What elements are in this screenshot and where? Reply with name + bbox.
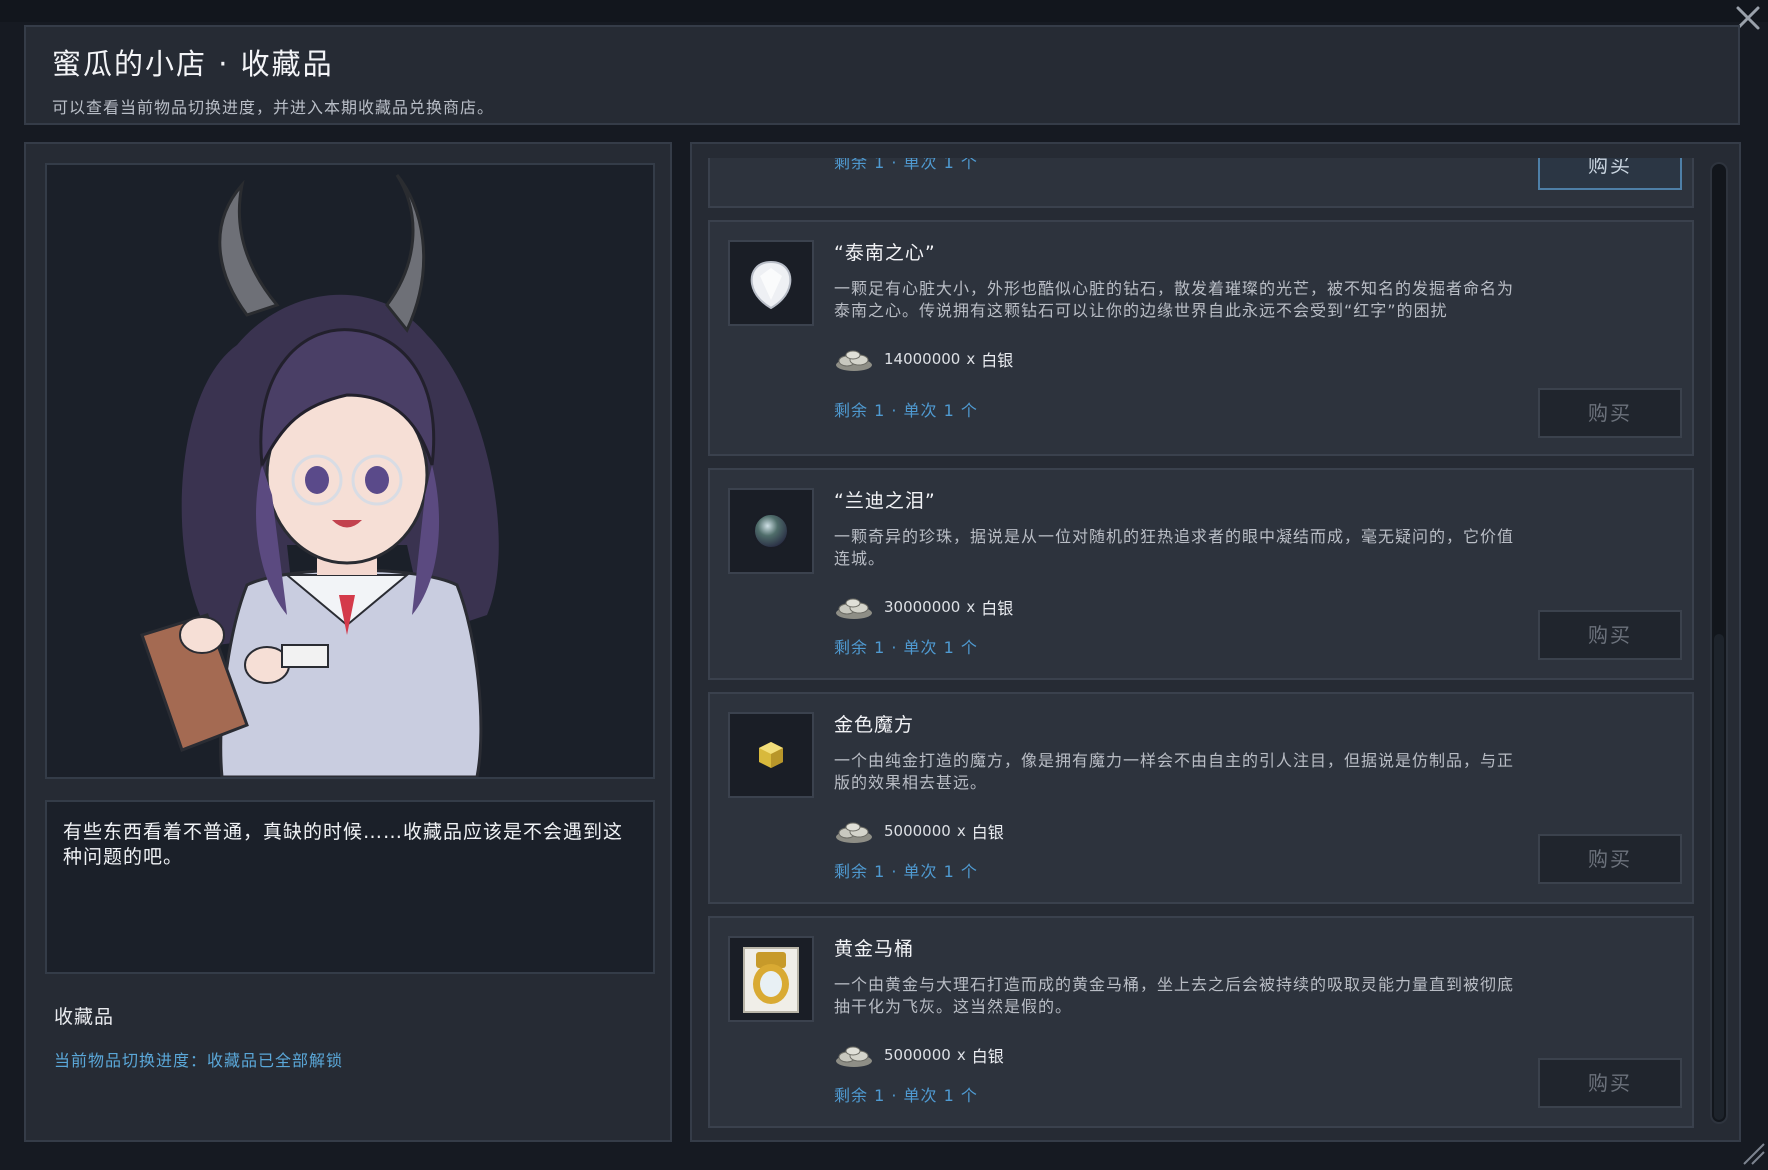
price-row: 14000000 x 白银 — [834, 346, 1013, 372]
price-amount: 30000000 — [884, 598, 961, 616]
scrollbar-thumb[interactable] — [1714, 634, 1724, 1120]
item-name: “兰迪之泪” — [834, 490, 936, 512]
silver-pile-icon — [836, 1046, 872, 1067]
silver-pile-icon — [836, 350, 872, 371]
stock-text: 剩余 1 · 单次 1 个 — [834, 401, 978, 420]
silver-pile-icon — [836, 822, 872, 843]
diamond-icon — [728, 240, 814, 326]
price-multiplier: x — [966, 598, 976, 616]
stock-text: 剩余 1 · 单次 1 个 — [834, 862, 978, 881]
pearl-icon — [728, 488, 814, 574]
price-currency: 白银 — [981, 351, 1014, 370]
item-description: 一个由黄金与大理石打造而成的黄金马桶，坐上去之后会被持续的吸取灵能力量直到被彻底… — [834, 975, 1515, 1016]
price-multiplier: x — [956, 822, 966, 840]
price-amount: 14000000 — [884, 350, 961, 368]
price-amount: 5000000 — [884, 822, 951, 840]
stock-text: 剩余 1 · 单次 1 个 — [834, 1086, 978, 1105]
window-title: 蜜瓜的小店 · 收藏品 — [52, 47, 334, 81]
shop-item-card: 剩余 1 · 单次 1 个 购买 — [708, 158, 1694, 208]
shop-list-panel: 剩余 1 · 单次 1 个 购买 “泰南之心” 一颗足有心脏大小，外形也酷似心脏… — [690, 142, 1741, 1142]
price-currency: 白银 — [971, 1047, 1004, 1066]
golden-toilet-icon — [728, 936, 814, 1022]
dialog-text: 有些东西看着不普通，真缺的时候……收藏品应该是不会遇到这种问题的吧。 — [63, 821, 624, 868]
shopkeeper-dialog: 有些东西看着不普通，真缺的时候……收藏品应该是不会遇到这种问题的吧。 — [45, 800, 655, 974]
shopkeeper-portrait — [45, 163, 655, 779]
silver-pile-icon — [836, 598, 872, 619]
buy-button[interactable]: 购买 — [1538, 158, 1682, 190]
buy-button[interactable]: 购买 — [1538, 388, 1682, 438]
price-multiplier: x — [956, 1046, 966, 1064]
section-title: 收藏品 — [54, 1006, 115, 1028]
scrollbar[interactable] — [1710, 162, 1728, 1124]
buy-button[interactable]: 购买 — [1538, 610, 1682, 660]
window-header: 蜜瓜的小店 · 收藏品 可以查看当前物品切换进度，并进入本期收藏品兑换商店。 — [24, 25, 1740, 125]
window-subtitle: 可以查看当前物品切换进度，并进入本期收藏品兑换商店。 — [52, 98, 495, 117]
price-currency: 白银 — [971, 823, 1004, 842]
shop-item-card: 金色魔方 一个由纯金打造的魔方，像是拥有魔力一样会不由自主的引人注目，但据说是仿… — [708, 692, 1694, 904]
item-description: 一颗足有心脏大小，外形也酷似心脏的钻石，散发着璀璨的光芒，被不知名的发掘者命名为… — [834, 279, 1515, 320]
shop-item-card: “泰南之心” 一颗足有心脏大小，外形也酷似心脏的钻石，散发着璀璨的光芒，被不知名… — [708, 220, 1694, 456]
golden-cube-icon — [728, 712, 814, 798]
shop-item-card: 黄金马桶 一个由黄金与大理石打造而成的黄金马桶，坐上去之后会被持续的吸取灵能力量… — [708, 916, 1694, 1128]
shop-item-list[interactable]: 剩余 1 · 单次 1 个 购买 “泰南之心” 一颗足有心脏大小，外形也酷似心脏… — [708, 158, 1694, 1130]
item-name: “泰南之心” — [834, 242, 936, 264]
item-description: 一个由纯金打造的魔方，像是拥有魔力一样会不由自主的引人注目，但据说是仿制品，与正… — [834, 751, 1515, 792]
window-top-strip — [0, 0, 1768, 22]
item-name: 黄金马桶 — [834, 938, 915, 960]
resize-grip-icon[interactable] — [1738, 1138, 1766, 1166]
item-name: 金色魔方 — [834, 714, 915, 736]
price-currency: 白银 — [981, 599, 1014, 618]
item-description: 一颗奇异的珍珠，据说是从一位对随机的狂热追求者的眼中凝结而成，毫无疑问的，它价值… — [834, 527, 1515, 568]
price-row: 5000000 x 白银 — [834, 1042, 1004, 1068]
shopkeeper-panel: 有些东西看着不普通，真缺的时候……收藏品应该是不会遇到这种问题的吧。 收藏品 当… — [24, 142, 672, 1142]
shop-item-card: “兰迪之泪” 一颗奇异的珍珠，据说是从一位对随机的狂热追求者的眼中凝结而成，毫无… — [708, 468, 1694, 680]
buy-button[interactable]: 购买 — [1538, 1058, 1682, 1108]
buy-button[interactable]: 购买 — [1538, 834, 1682, 884]
price-row: 30000000 x 白银 — [834, 594, 1013, 620]
price-row: 5000000 x 白银 — [834, 818, 1004, 844]
price-amount: 5000000 — [884, 1046, 951, 1064]
price-multiplier: x — [966, 350, 976, 368]
stock-text: 剩余 1 · 单次 1 个 — [834, 638, 978, 657]
unlock-progress-text: 当前物品切换进度：收藏品已全部解锁 — [54, 1051, 344, 1070]
stock-text: 剩余 1 · 单次 1 个 — [834, 158, 978, 172]
